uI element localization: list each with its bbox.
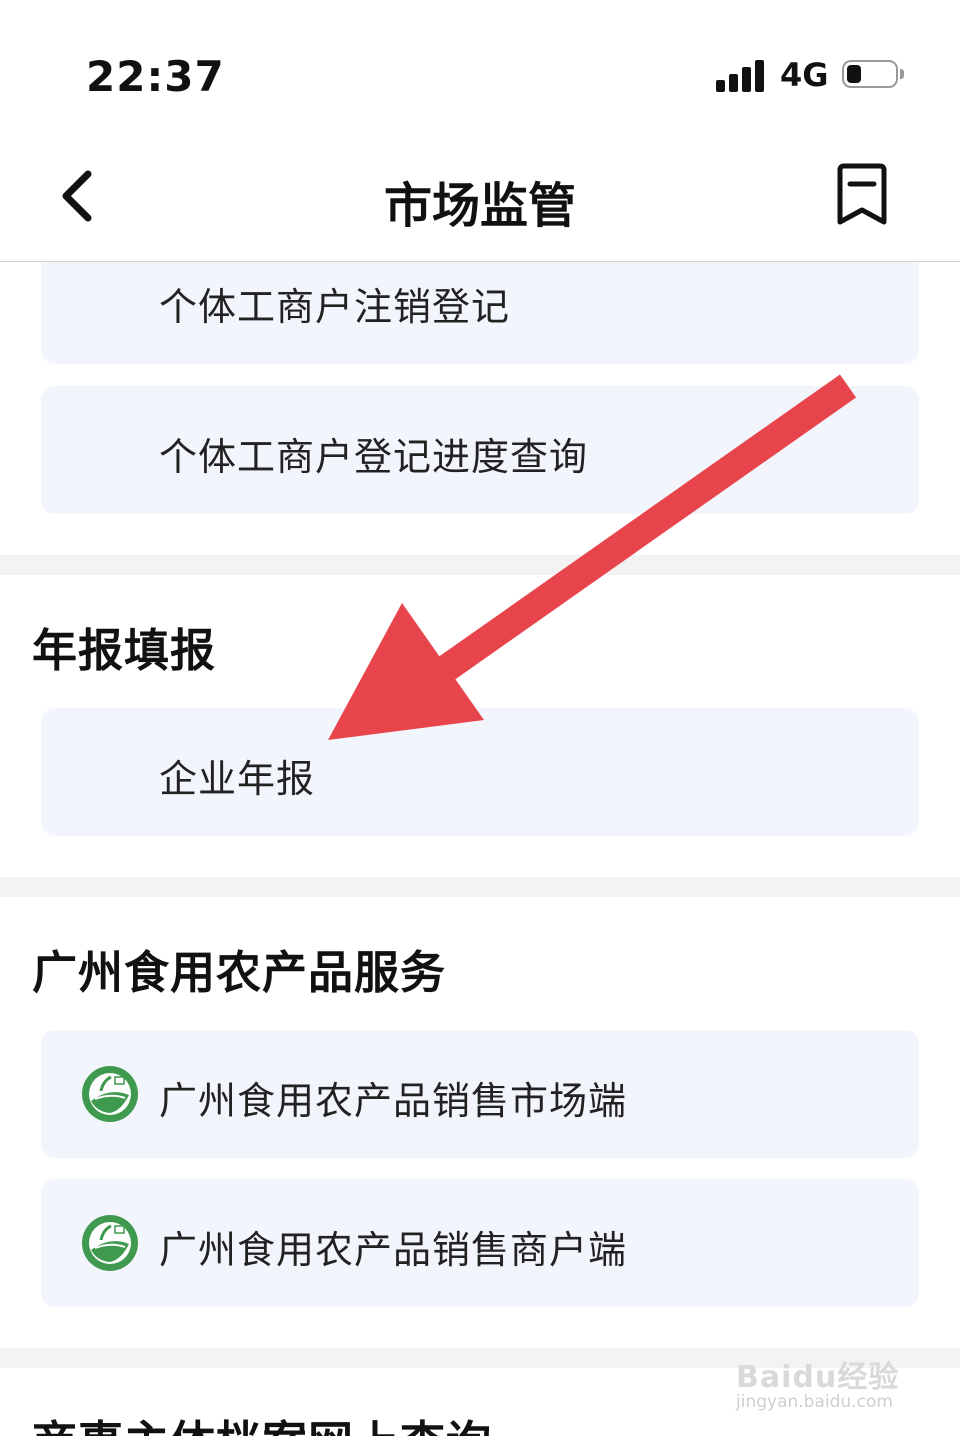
list-item-label: 广州食用农产品销售商户端 — [159, 1228, 628, 1272]
signal-strength-icon — [716, 58, 768, 92]
bookmark-button[interactable] — [832, 162, 892, 228]
battery-icon — [842, 60, 904, 90]
section-divider — [0, 555, 960, 575]
section-divider — [0, 877, 960, 897]
list-item[interactable]: 广州食用农产品销售市场端 — [41, 1030, 919, 1158]
navigation-bar: 市场监管 — [0, 140, 960, 262]
section-title-archive-query: 商事主体档案网上查询 — [32, 1406, 492, 1436]
service-list[interactable]: 个体工商户注销登记 个体工商户登记进度查询 年报填报 企业年报 广州食用农产品服… — [0, 262, 960, 1436]
list-item-label: 个体工商户注销登记 — [159, 285, 511, 329]
watermark-text: Baidu经验 — [736, 1360, 900, 1395]
status-bar: 22:37 4G — [0, 0, 960, 140]
page-title: 市场监管 — [383, 178, 576, 234]
farm-produce-logo-icon — [82, 1215, 138, 1271]
bookmark-icon — [837, 163, 887, 225]
watermark-url: jingyan.baidu.com — [736, 1392, 893, 1412]
baidu-watermark: Baidu经验 jingyan.baidu.com — [736, 1330, 916, 1420]
farm-produce-logo-icon — [82, 1066, 138, 1122]
list-item[interactable]: 个体工商户注销登记 — [41, 262, 919, 364]
list-item-label: 个体工商户登记进度查询 — [159, 435, 589, 479]
status-time: 22:37 — [86, 52, 225, 101]
list-item-label: 企业年报 — [159, 757, 316, 801]
list-item-enterprise-annual-report[interactable]: 企业年报 — [41, 708, 919, 836]
list-item-label: 广州食用农产品销售市场端 — [159, 1079, 628, 1123]
list-item[interactable]: 个体工商户登记进度查询 — [41, 386, 919, 514]
section-title-guangzhou-food: 广州食用农产品服务 — [32, 946, 447, 999]
section-title-annual-report: 年报填报 — [32, 624, 217, 677]
list-item[interactable]: 广州食用农产品销售商户端 — [41, 1179, 919, 1307]
network-type: 4G — [780, 56, 829, 94]
